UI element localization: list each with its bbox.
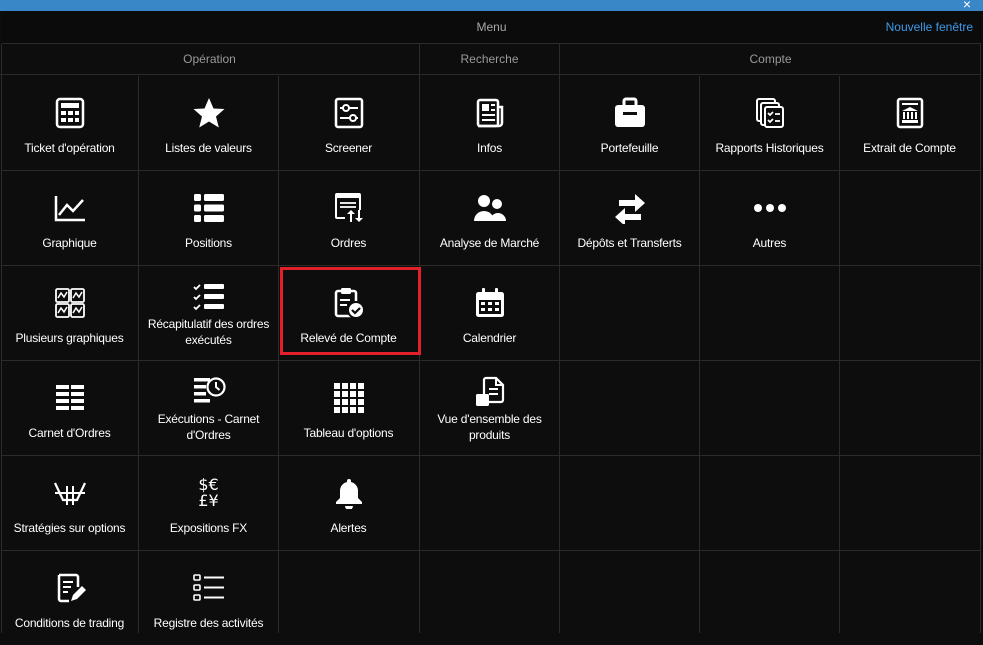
- tile-label: Ordres: [330, 236, 367, 250]
- section-header-operation: Opération: [0, 44, 419, 75]
- tile-alertes[interactable]: Alertes: [279, 456, 418, 550]
- grid-line: [980, 44, 981, 633]
- tile-label: Carnet d'Ordres: [28, 426, 111, 440]
- tile-label: Infos: [476, 141, 503, 155]
- tile-portefeuille[interactable]: Portefeuille: [560, 76, 699, 170]
- calendar-icon: [420, 286, 559, 320]
- star-icon: [139, 96, 278, 130]
- new-window-link[interactable]: Nouvelle fenêtre: [886, 20, 973, 34]
- bell-icon: [279, 476, 418, 510]
- tile-graphique[interactable]: Graphique: [0, 171, 139, 265]
- grid-table-icon: [279, 381, 418, 415]
- ticket-icon: [0, 96, 139, 130]
- briefcase-icon: [560, 96, 699, 130]
- tile-strategies-options[interactable]: Stratégies sur options: [0, 456, 139, 550]
- tile-calendrier[interactable]: Calendrier: [420, 266, 559, 360]
- tile-plusieurs-graphiques[interactable]: Plusieurs graphiques: [0, 266, 139, 360]
- line-chart-icon: [0, 191, 139, 225]
- tile-label: Rapports Historiques: [715, 141, 824, 155]
- orders-icon: [279, 191, 418, 225]
- reports-icon: [700, 96, 839, 130]
- order-book-icon: [0, 381, 139, 415]
- tile-label: Stratégies sur options: [13, 521, 126, 535]
- bank-statement-icon: [840, 96, 979, 130]
- tile-label: Récapitulatif des ordres exécutés: [147, 317, 270, 347]
- section-header-compte: Compte: [560, 44, 981, 75]
- tile-screener[interactable]: Screener: [279, 76, 418, 170]
- tile-label: Screener: [324, 141, 373, 155]
- tile-tableau-options[interactable]: Tableau d'options: [279, 361, 418, 455]
- transfer-arrows-icon: [560, 191, 699, 225]
- tile-infos[interactable]: Infos: [420, 76, 559, 170]
- tile-rapports-historiques[interactable]: Rapports Historiques: [700, 76, 839, 170]
- currency-icon-bottom: £¥: [198, 491, 219, 510]
- more-dots-icon: [700, 191, 839, 225]
- tile-vue-ensemble-produits[interactable]: Vue d'ensemble des produits: [420, 361, 559, 455]
- activity-log-icon: [139, 571, 278, 605]
- tile-label: Listes de valeurs: [165, 141, 252, 155]
- tile-recapitulatif-ordres[interactable]: Récapitulatif des ordres exécutés: [139, 266, 278, 360]
- tile-label: Portefeuille: [600, 141, 659, 155]
- tile-positions[interactable]: Positions: [139, 171, 278, 265]
- tile-ordres[interactable]: Ordres: [279, 171, 418, 265]
- menu-bar: Menu Nouvelle fenêtre: [2, 11, 981, 44]
- tile-listes-valeurs[interactable]: Listes de valeurs: [139, 76, 278, 170]
- users-icon: [420, 191, 559, 225]
- tile-label: Analyse de Marché: [439, 236, 540, 250]
- news-icon: [420, 96, 559, 130]
- tile-depots-transferts[interactable]: Dépôts et Transferts: [560, 171, 699, 265]
- list-icon: [139, 191, 278, 225]
- tile-expositions-fx[interactable]: $€ £¥ Expositions FX: [139, 456, 278, 550]
- tile-label: Expositions FX: [169, 521, 248, 535]
- tile-extrait-compte[interactable]: Extrait de Compte: [840, 76, 979, 170]
- tile-label: Vue d'ensemble des produits: [437, 412, 542, 442]
- tile-label: Relevé de Compte: [300, 331, 397, 345]
- tile-autres[interactable]: Autres: [700, 171, 839, 265]
- tile-label: Exécutions - Carnet d'Ordres: [157, 412, 260, 442]
- executions-clock-icon: [139, 375, 278, 409]
- currency-icon: $€ £¥: [139, 476, 278, 510]
- checklist-icon: [139, 280, 278, 314]
- tile-registre-activites[interactable]: Registre des activités: [139, 551, 278, 645]
- tile-ticket-operation[interactable]: Ticket d'opération: [0, 76, 139, 170]
- tile-label: Registre des activités: [153, 616, 264, 630]
- tile-label: Positions: [185, 236, 232, 250]
- options-strategy-icon: [0, 476, 139, 510]
- clipboard-check-icon: [279, 286, 418, 320]
- document-edit-icon: [0, 571, 139, 605]
- tile-carnet-ordres[interactable]: Carnet d'Ordres: [0, 361, 139, 455]
- tile-label: Graphique: [42, 236, 97, 250]
- tile-label: Autres: [752, 236, 787, 250]
- tile-label: Extrait de Compte: [863, 141, 956, 155]
- tile-label: Alertes: [330, 521, 367, 535]
- tile-conditions-trading[interactable]: Conditions de trading: [0, 551, 139, 645]
- section-header-recherche: Recherche: [420, 44, 559, 75]
- documents-icon: [420, 375, 559, 409]
- tile-executions-carnet[interactable]: Exécutions - Carnet d'Ordres: [139, 361, 278, 455]
- multi-chart-icon: [0, 286, 139, 320]
- tile-label: Ticket d'opération: [24, 141, 115, 155]
- tile-releve-compte[interactable]: Relevé de Compte: [279, 266, 418, 360]
- menu-title: Menu: [476, 20, 507, 34]
- tile-label: Plusieurs graphiques: [15, 331, 124, 345]
- tile-label: Conditions de trading: [14, 616, 125, 630]
- window-title-strip: [0, 0, 983, 11]
- tile-label: Dépôts et Transferts: [577, 236, 682, 250]
- tile-label: Calendrier: [462, 331, 517, 345]
- screener-icon: [279, 96, 418, 130]
- tile-analyse-marche[interactable]: Analyse de Marché: [420, 171, 559, 265]
- tile-label: Tableau d'options: [303, 426, 394, 440]
